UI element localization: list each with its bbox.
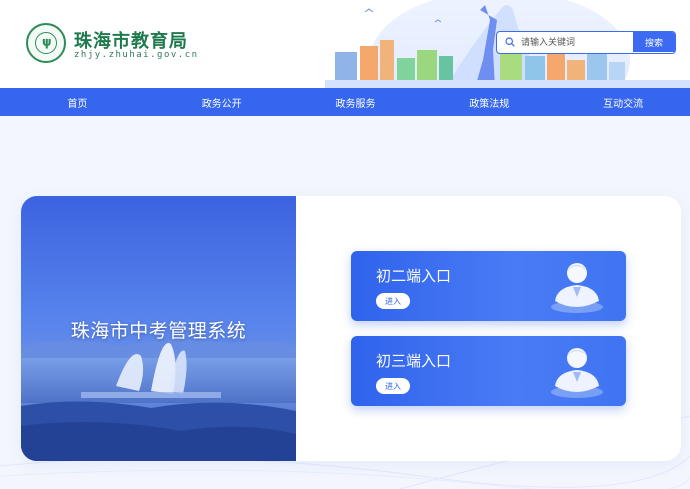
nav-item-policies[interactable]: 政策法规	[422, 88, 556, 116]
logo-leaf-icon: ψ	[42, 35, 52, 49]
user-figure-icon	[551, 263, 603, 313]
nav-item-interaction[interactable]: 互动交流	[556, 88, 690, 116]
nav-item-government-affairs[interactable]: 政务公开	[155, 88, 289, 116]
search-box: 搜索	[496, 31, 676, 54]
logo-emblem-icon[interactable]: ψ	[26, 23, 66, 63]
grade9-enter-button[interactable]: 进入	[376, 378, 410, 394]
search-button[interactable]: 搜索	[633, 32, 675, 52]
grade9-entry-title: 初三端入口	[376, 352, 452, 370]
grade8-entry-title: 初二端入口	[376, 267, 452, 285]
logo-domain: zhjy.zhuhai.gov.cn	[74, 50, 199, 60]
user-figure-icon	[551, 348, 603, 398]
main-nav: 首页 政务公开 政务服务 政策法规 互动交流	[0, 88, 690, 116]
system-banner: 珠海市中考管理系统	[21, 196, 296, 461]
main-card: 珠海市中考管理系统 初二端入口 进入 初三端入口 进入	[21, 196, 681, 461]
grade8-enter-button[interactable]: 进入	[376, 293, 410, 309]
grade9-entry-card[interactable]: 初三端入口 进入	[351, 336, 626, 406]
system-title: 珠海市中考管理系统	[70, 320, 247, 342]
search-icon	[505, 37, 515, 47]
nav-item-government-services[interactable]: 政务服务	[289, 88, 423, 116]
search-input[interactable]	[521, 34, 629, 51]
nav-item-home[interactable]: 首页	[0, 88, 155, 116]
site-header: ψ 珠海市教育局 zhjy.zhuhai.gov.cn 请输入关键词 搜索	[0, 0, 690, 88]
grade8-entry-card[interactable]: 初二端入口 进入	[351, 251, 626, 321]
